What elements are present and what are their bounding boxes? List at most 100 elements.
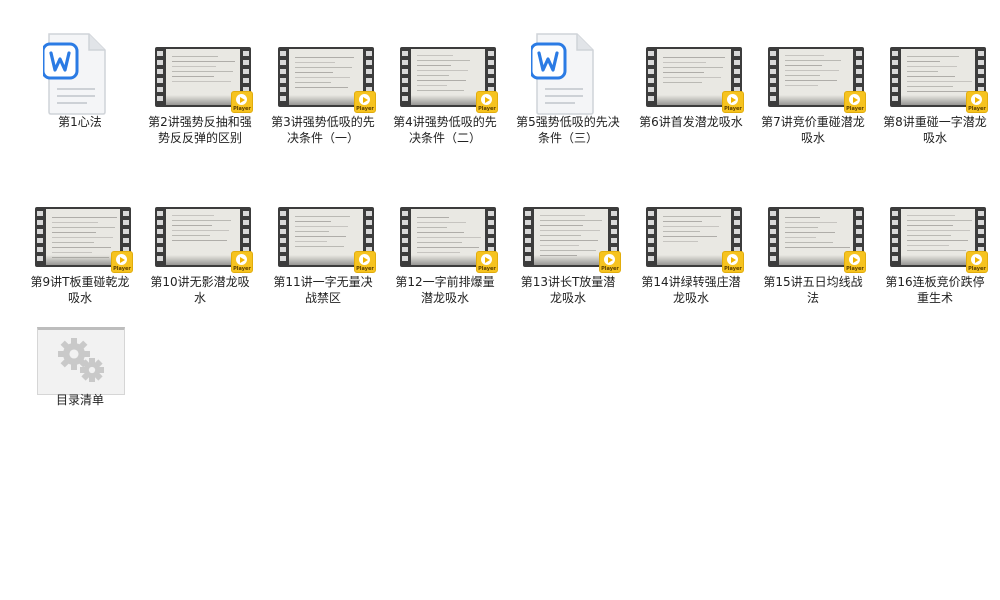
video-frame-preview <box>289 49 363 105</box>
file-name: 第9讲T板重碰乾龙吸水 <box>30 275 130 305</box>
player-badge-label: Player <box>113 266 131 272</box>
word-document-icon <box>531 33 594 115</box>
player-badge-icon: Player <box>722 251 744 273</box>
video-frame-preview <box>657 209 731 265</box>
video-thumbnail: Player <box>400 207 498 273</box>
video-thumbnail: Player <box>646 47 744 113</box>
file-name: 目录清单 <box>55 393 104 407</box>
video-frame-preview <box>289 209 363 265</box>
file-icon: Player <box>758 205 868 273</box>
file-name: 第4讲强势低吸的先决条件（二） <box>393 115 497 145</box>
video-thumbnail: Player <box>400 47 498 113</box>
video-frame-preview <box>166 49 240 105</box>
video-frame-preview <box>166 209 240 265</box>
film-perforation <box>648 51 654 103</box>
video-frame-preview <box>901 49 975 105</box>
film-perforation <box>648 211 654 263</box>
player-badge-label: Player <box>724 106 742 112</box>
file-icon: Player <box>145 45 255 113</box>
player-badge-icon: Player <box>111 251 133 273</box>
video-frame-preview <box>779 49 853 105</box>
video-thumbnail: Player <box>155 47 253 113</box>
player-badge-label: Player <box>846 106 864 112</box>
video-frame-preview <box>411 209 485 265</box>
file-icon: Player <box>25 205 135 273</box>
file-name: 第15讲五日均线战法 <box>763 275 863 305</box>
video-frame-preview <box>534 209 608 265</box>
player-badge-icon: Player <box>722 91 744 113</box>
file-name: 第16连板竞价跌停重生术 <box>885 275 985 305</box>
file-icon: Player <box>636 205 746 273</box>
video-thumbnail: Player <box>890 207 988 273</box>
video-thumbnail: Player <box>278 47 376 113</box>
player-badge-label: Player <box>233 266 251 272</box>
file-name: 第7讲竞价重碰潜龙吸水 <box>761 115 865 145</box>
file-icon: Player <box>268 45 378 113</box>
player-badge-label: Player <box>356 266 374 272</box>
file-name: 第6讲首发潜龙吸水 <box>639 115 743 129</box>
video-thumbnail: Player <box>768 47 866 113</box>
film-perforation <box>37 211 43 263</box>
video-thumbnail: Player <box>768 207 866 273</box>
video-thumbnail: Player <box>278 207 376 273</box>
player-badge-icon: Player <box>354 91 376 113</box>
file-icon: Player <box>145 205 255 273</box>
video-thumbnail: Player <box>35 207 133 273</box>
player-badge-icon: Player <box>599 251 621 273</box>
video-frame-preview <box>901 209 975 265</box>
film-perforation <box>892 51 898 103</box>
file-name: 第2讲强势反抽和强势反反弹的区别 <box>148 115 252 145</box>
player-badge-label: Player <box>478 266 496 272</box>
word-document-icon <box>43 33 106 115</box>
gears-icon <box>58 338 104 382</box>
file-icon: Player <box>268 205 378 273</box>
player-badge-label: Player <box>356 106 374 112</box>
file-name: 第11讲一字无量决战禁区 <box>273 275 373 305</box>
film-perforation <box>402 211 408 263</box>
settings-file-icon <box>37 327 125 395</box>
player-badge-label: Player <box>846 266 864 272</box>
player-badge-icon: Player <box>476 91 498 113</box>
video-thumbnail: Player <box>646 207 744 273</box>
file-name: 第1心法 <box>58 115 102 129</box>
file-name: 第13讲长T放量潜龙吸水 <box>520 275 616 305</box>
video-frame-preview <box>411 49 485 105</box>
file-name: 第10讲无影潜龙吸水 <box>150 275 250 305</box>
film-perforation <box>280 211 286 263</box>
player-badge-label: Player <box>478 106 496 112</box>
file-icon: Player <box>880 45 990 113</box>
file-name: 第12一字前排爆量潜龙吸水 <box>395 275 495 305</box>
player-badge-icon: Player <box>476 251 498 273</box>
video-frame-preview <box>657 49 731 105</box>
film-perforation <box>157 51 163 103</box>
player-badge-icon: Player <box>231 251 253 273</box>
file-name: 第14讲绿转强庄潜龙吸水 <box>641 275 741 305</box>
player-badge-label: Player <box>724 266 742 272</box>
video-thumbnail: Player <box>523 207 621 273</box>
film-perforation <box>280 51 286 103</box>
video-thumbnail: Player <box>890 47 988 113</box>
player-badge-icon: Player <box>844 91 866 113</box>
file-icon: Player <box>758 45 868 113</box>
film-perforation <box>770 51 776 103</box>
file-name: 第5强势低吸的先决条件（三） <box>516 115 620 145</box>
video-frame-preview <box>46 209 120 265</box>
player-badge-label: Player <box>233 106 251 112</box>
film-perforation <box>770 211 776 263</box>
player-badge-icon: Player <box>966 91 988 113</box>
film-perforation <box>402 51 408 103</box>
film-perforation <box>157 211 163 263</box>
player-badge-icon: Player <box>844 251 866 273</box>
film-perforation <box>525 211 531 263</box>
file-icon: Player <box>390 45 500 113</box>
file-icon: Player <box>636 45 746 113</box>
file-name: 第3讲强势低吸的先决条件（一） <box>271 115 375 145</box>
video-frame-preview <box>779 209 853 265</box>
player-badge-icon: Player <box>231 91 253 113</box>
video-thumbnail: Player <box>155 207 253 273</box>
player-badge-icon: Player <box>966 251 988 273</box>
file-name: 第8讲重碰一字潜龙吸水 <box>883 115 987 145</box>
film-perforation <box>892 211 898 263</box>
file-icon: Player <box>880 205 990 273</box>
file-icon: Player <box>390 205 500 273</box>
